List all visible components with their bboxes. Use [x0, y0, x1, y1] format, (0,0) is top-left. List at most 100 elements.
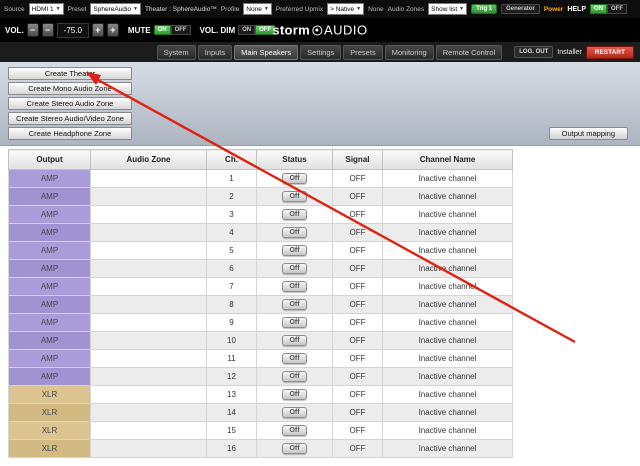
- audio-zone-cell: [91, 188, 207, 206]
- nav-tab[interactable]: System: [157, 45, 196, 60]
- status-toggle-button[interactable]: Off: [282, 299, 306, 310]
- output-type-cell: AMP: [9, 368, 91, 386]
- signal-value-cell: OFF: [333, 404, 383, 422]
- mute-on-option[interactable]: ON: [154, 25, 171, 35]
- output-type-cell: AMP: [9, 332, 91, 350]
- status-toggle-button[interactable]: Off: [282, 263, 306, 274]
- status-toggle-button[interactable]: Off: [282, 191, 306, 202]
- channel-number-cell: 9: [207, 314, 257, 332]
- status-toggle-button[interactable]: Off: [282, 425, 306, 436]
- channel-number-cell: 5: [207, 242, 257, 260]
- status-toggle-button[interactable]: Off: [282, 227, 306, 238]
- volume-up-button[interactable]: +: [92, 23, 104, 37]
- create-zone-button[interactable]: Create Headphone Zone: [8, 127, 132, 140]
- table-row: XLR 13 Off OFF Inactive channel: [9, 386, 513, 404]
- status-toggle-button[interactable]: Off: [282, 353, 306, 364]
- nav-tab[interactable]: Remote Control: [436, 45, 503, 60]
- status-cell: Off: [257, 188, 333, 206]
- status-toggle-button[interactable]: Off: [282, 173, 306, 184]
- status-cell: Off: [257, 296, 333, 314]
- status-toggle-button[interactable]: Off: [282, 245, 306, 256]
- create-zone-button[interactable]: Create Mono Audio Zone: [8, 82, 132, 95]
- create-zone-button[interactable]: Create Stereo Audio Zone: [8, 97, 132, 110]
- audio-zones-select[interactable]: Show list ▼: [428, 3, 467, 15]
- nav-tabs: SystemInputsMain SpeakersSettingsPresets…: [157, 45, 503, 60]
- create-zone-button[interactable]: Create Theater: [8, 67, 132, 80]
- power-off-option[interactable]: OFF: [607, 4, 627, 14]
- generator-button[interactable]: Generator: [501, 4, 540, 14]
- signal-value-cell: OFF: [333, 278, 383, 296]
- status-toggle-button[interactable]: Off: [282, 443, 306, 454]
- vol-dim-on-option[interactable]: ON: [238, 25, 255, 35]
- output-type-cell: AMP: [9, 224, 91, 242]
- status-toggle-button[interactable]: Off: [282, 371, 306, 382]
- volume-up-coarse-button[interactable]: +: [107, 23, 119, 37]
- channel-number-cell: 12: [207, 368, 257, 386]
- status-cell: Off: [257, 260, 333, 278]
- source-select[interactable]: HDMI 1 ▼: [29, 3, 64, 15]
- signal-value-cell: OFF: [333, 386, 383, 404]
- output-mapping-button[interactable]: Output mapping: [549, 127, 628, 140]
- status-toggle-button[interactable]: Off: [282, 317, 306, 328]
- table-row: AMP 1 Off OFF Inactive channel: [9, 170, 513, 188]
- nav-tab[interactable]: Presets: [343, 45, 382, 60]
- nav-tab[interactable]: Inputs: [198, 45, 232, 60]
- signal-value-cell: OFF: [333, 314, 383, 332]
- restart-button[interactable]: RESTART: [586, 46, 634, 59]
- status-toggle-button[interactable]: Off: [282, 407, 306, 418]
- volume-bar: VOL. − − -75.0 + + MUTE ON OFF VOL. DIM …: [0, 18, 640, 42]
- status-toggle-button[interactable]: Off: [282, 335, 306, 346]
- status-toggle-button[interactable]: Off: [282, 281, 306, 292]
- upmix-value: > Native: [330, 6, 354, 13]
- audio-zone-cell: [91, 224, 207, 242]
- trig1-button[interactable]: Trig 1: [471, 4, 497, 14]
- preset-select[interactable]: SphereAudio ▼: [90, 3, 141, 15]
- profile-select[interactable]: None ▼: [243, 3, 272, 15]
- table-row: AMP 7 Off OFF Inactive channel: [9, 278, 513, 296]
- nav-right-controls: LOG. OUT Installer RESTART: [514, 46, 634, 59]
- output-type-cell: AMP: [9, 206, 91, 224]
- upmix-select[interactable]: > Native ▼: [327, 3, 364, 15]
- channel-name-cell: Inactive channel: [383, 422, 513, 440]
- chevron-down-icon: ▼: [264, 6, 269, 12]
- signal-value-cell: OFF: [333, 206, 383, 224]
- output-type-cell: AMP: [9, 350, 91, 368]
- audio-zones-value: Show list: [431, 6, 457, 13]
- mute-toggle[interactable]: ON OFF: [154, 25, 191, 35]
- power-on-option[interactable]: ON: [590, 4, 607, 14]
- nav-tab[interactable]: Monitoring: [385, 45, 434, 60]
- output-type-cell: AMP: [9, 260, 91, 278]
- create-buttons: Create Theater Create Mono Audio Zone Crea…: [0, 67, 640, 140]
- audio-zone-cell: [91, 314, 207, 332]
- nav-tab[interactable]: Settings: [300, 45, 341, 60]
- power-toggle[interactable]: ON OFF: [590, 4, 627, 14]
- status-toggle-button[interactable]: Off: [282, 389, 306, 400]
- status-cell: Off: [257, 206, 333, 224]
- table-column-header: Status: [257, 150, 333, 170]
- vol-dim-toggle[interactable]: ON OFF: [238, 25, 275, 35]
- volume-down-coarse-button[interactable]: −: [27, 23, 39, 37]
- status-cell: Off: [257, 278, 333, 296]
- mute-off-option[interactable]: OFF: [171, 25, 191, 35]
- status-toggle-button[interactable]: Off: [282, 209, 306, 220]
- channel-name-cell: Inactive channel: [383, 350, 513, 368]
- output-type-cell: XLR: [9, 404, 91, 422]
- audio-zone-cell: [91, 368, 207, 386]
- status-cell: Off: [257, 242, 333, 260]
- output-type-cell: XLR: [9, 440, 91, 458]
- chevron-down-icon: ▼: [459, 6, 464, 12]
- channel-name-cell: Inactive channel: [383, 242, 513, 260]
- help-link[interactable]: HELP: [567, 6, 586, 13]
- channel-number-cell: 14: [207, 404, 257, 422]
- profile-label: Profile: [221, 6, 239, 13]
- channel-number-cell: 2: [207, 188, 257, 206]
- status-cell: Off: [257, 170, 333, 188]
- logout-button[interactable]: LOG. OUT: [514, 46, 553, 58]
- audio-zone-cell: [91, 440, 207, 458]
- channel-name-cell: Inactive channel: [383, 332, 513, 350]
- volume-label: VOL.: [5, 26, 24, 35]
- nav-tab[interactable]: Main Speakers: [234, 45, 298, 60]
- create-zone-button[interactable]: Create Stereo Audio/Video Zone: [8, 112, 132, 125]
- volume-value: -75.0: [57, 23, 89, 38]
- volume-down-button[interactable]: −: [42, 23, 54, 37]
